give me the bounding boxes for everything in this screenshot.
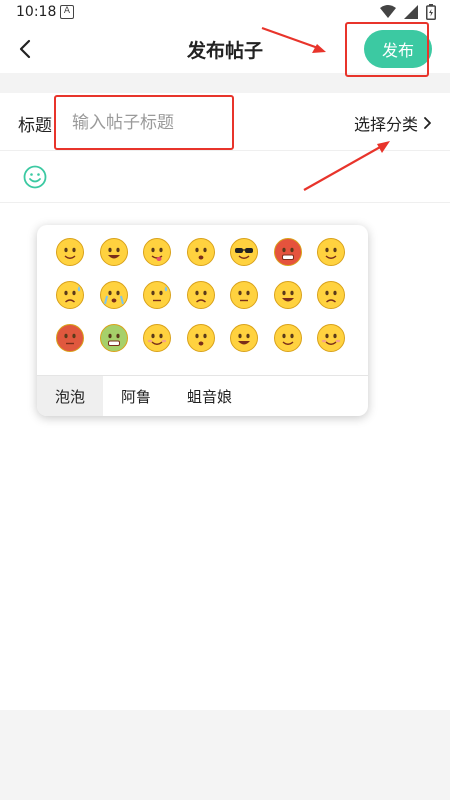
arrow-to-publish — [261, 26, 326, 53]
arrow-to-category — [303, 141, 390, 191]
annotation-arrows — [261, 26, 390, 191]
